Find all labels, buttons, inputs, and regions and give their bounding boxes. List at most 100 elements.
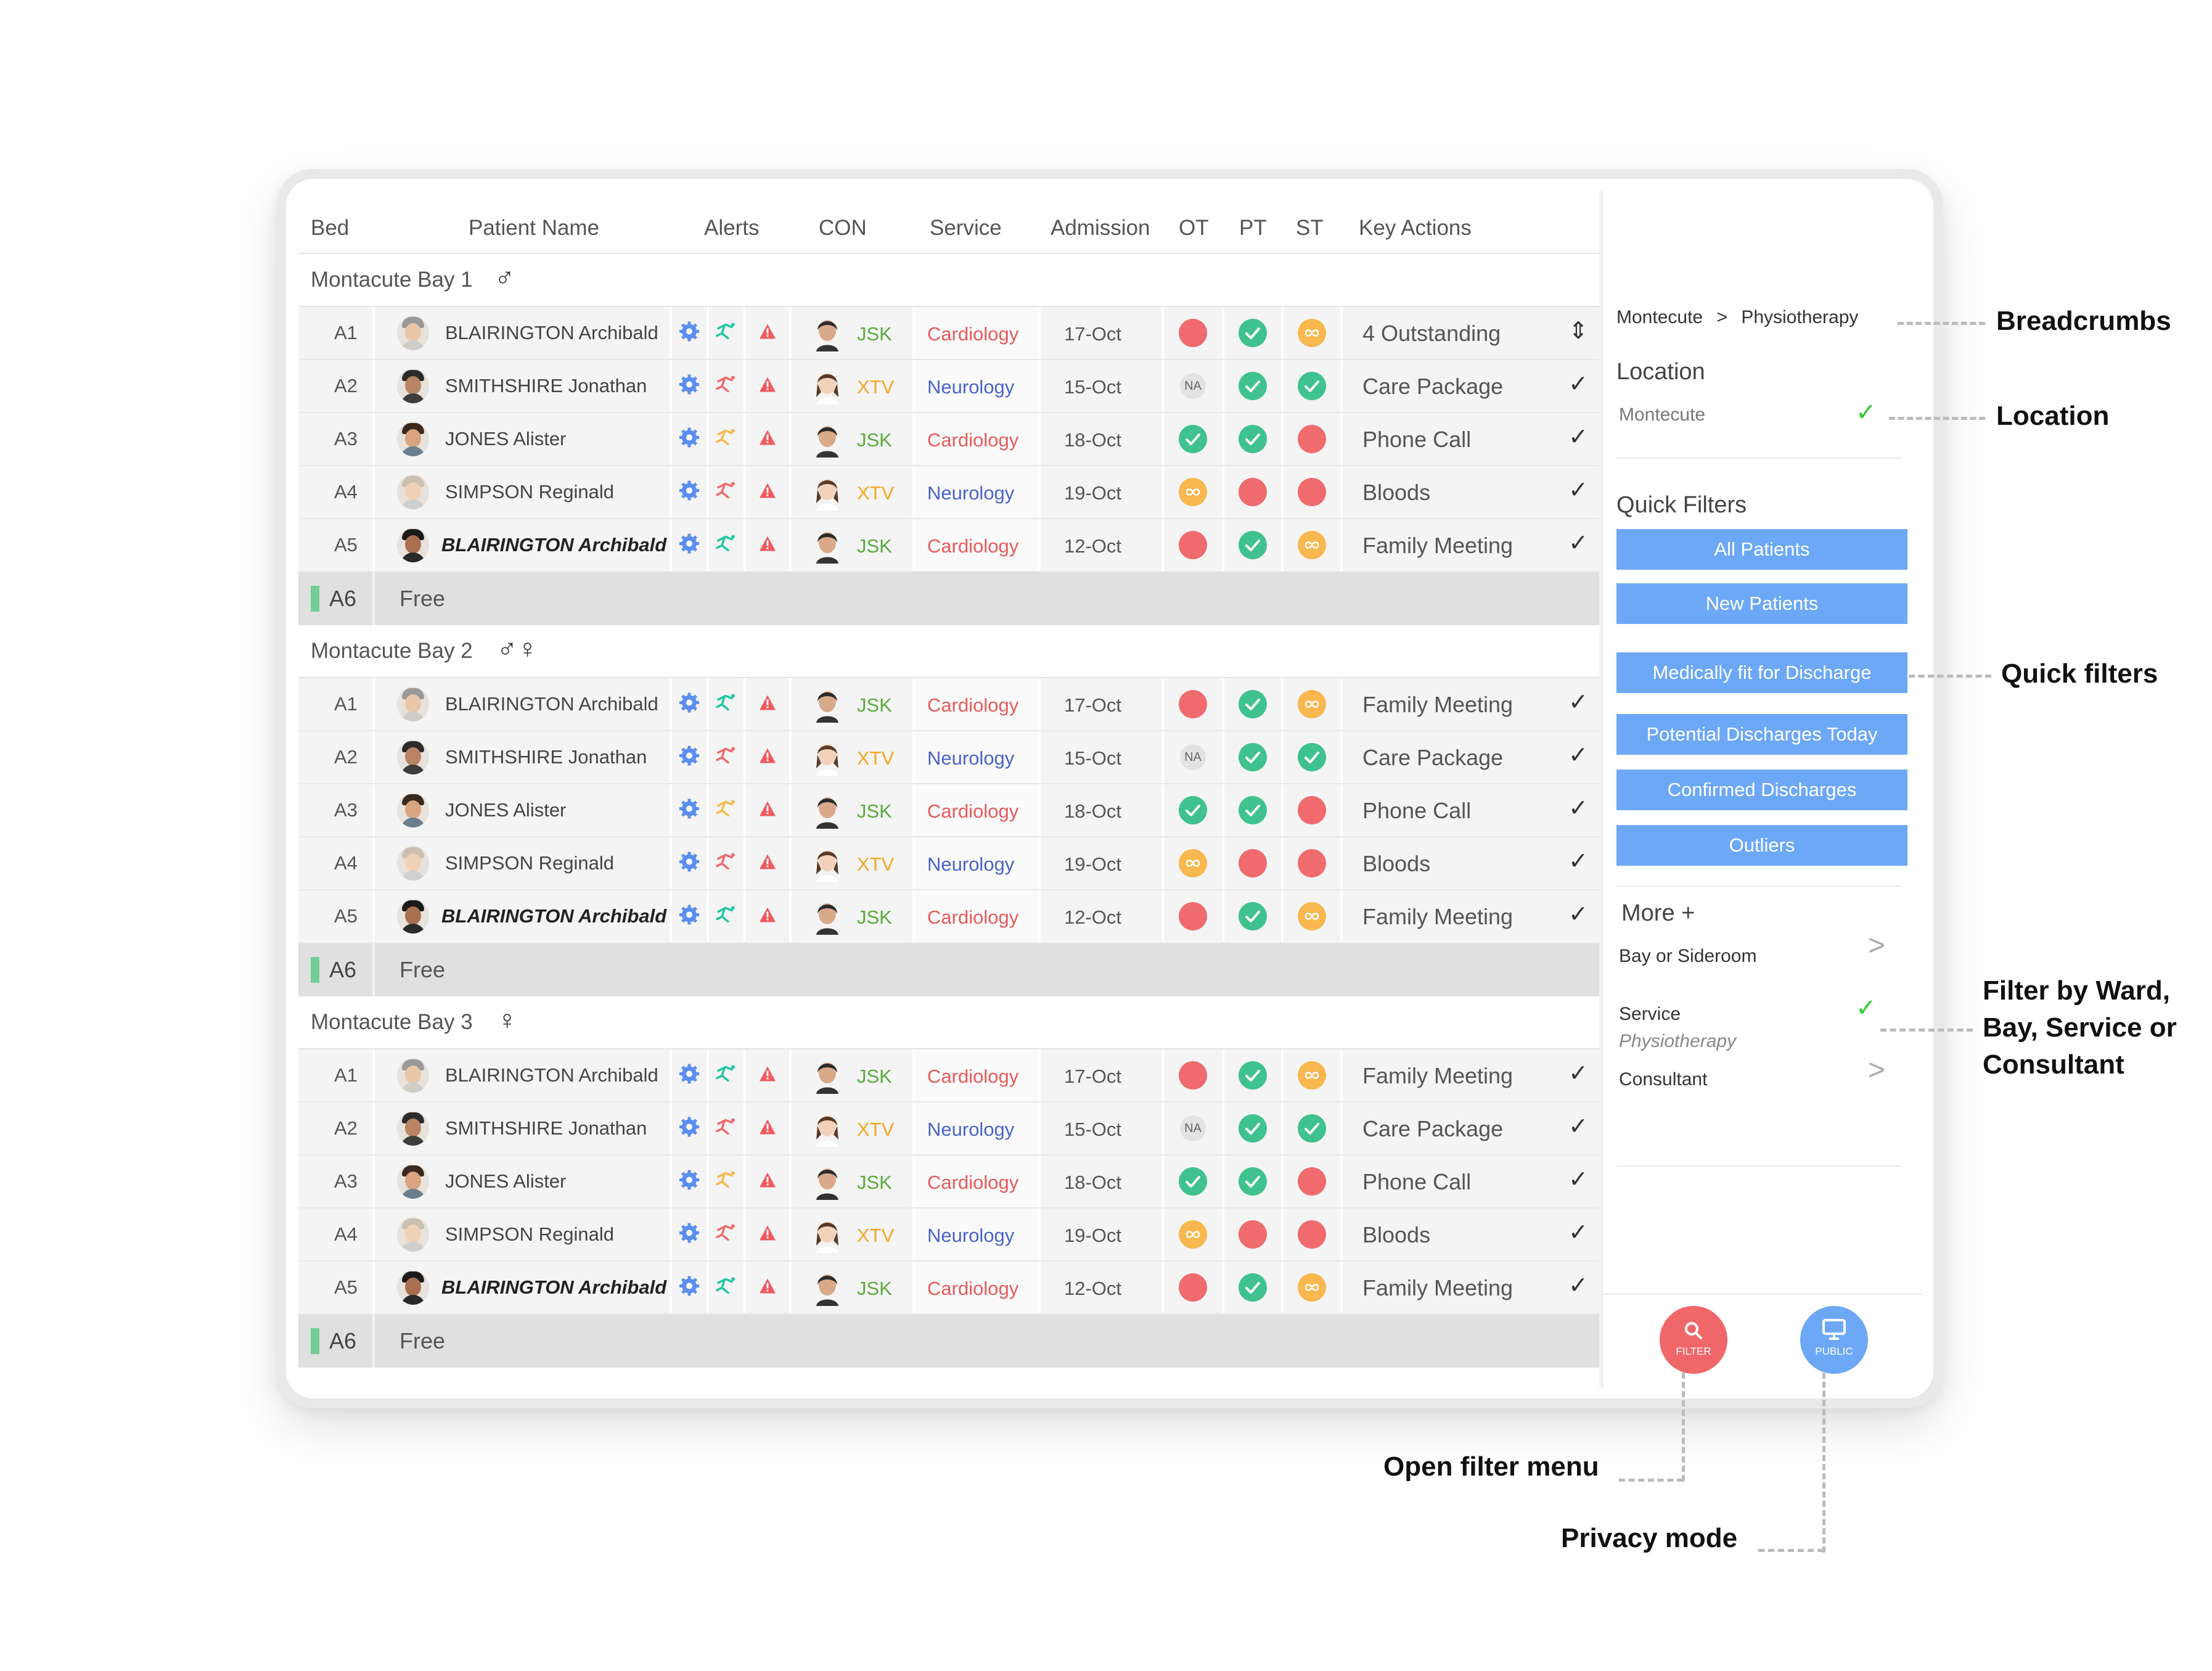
pt-status-cell[interactable] xyxy=(1224,1102,1281,1154)
status-complete-icon[interactable] xyxy=(1239,1167,1267,1196)
alert-cell[interactable] xyxy=(709,1049,743,1101)
alert-cell[interactable] xyxy=(672,837,707,889)
consultant-cell[interactable]: JSK xyxy=(792,784,912,836)
pt-status-cell[interactable] xyxy=(1224,1209,1281,1260)
check-icon[interactable]: ✓ xyxy=(1568,847,1588,875)
patient-name-cell[interactable]: JONES Alister xyxy=(375,784,670,836)
breadcrumb-service[interactable]: Physiotherapy xyxy=(1741,307,1858,327)
consultant-cell[interactable]: XTV xyxy=(792,360,912,412)
patient-name-cell[interactable]: SMITHSHIRE Jonathan xyxy=(375,731,670,783)
status-outstanding-icon[interactable] xyxy=(1298,425,1326,453)
location-value[interactable]: Montecute xyxy=(1619,404,1705,425)
consultant-cell[interactable]: JSK xyxy=(792,1156,912,1207)
bay-or-sideroom-filter[interactable]: Bay or Sideroom xyxy=(1619,946,1756,967)
expand-icon[interactable]: ⇕ xyxy=(1568,317,1588,345)
st-status-cell[interactable] xyxy=(1284,731,1340,783)
col-bed[interactable]: Bed xyxy=(311,216,349,240)
alert-cell[interactable] xyxy=(746,1209,789,1260)
privacy-mode-button[interactable]: PUBLIC xyxy=(1800,1306,1868,1374)
pt-status-cell[interactable] xyxy=(1224,890,1281,942)
patient-name-cell[interactable]: BLAIRINGTON Archibald xyxy=(375,1262,670,1313)
free-bed-row[interactable]: A6 Free xyxy=(298,1315,1599,1368)
status-complete-icon[interactable] xyxy=(1239,743,1267,771)
alert-cell[interactable] xyxy=(746,1156,789,1207)
check-icon[interactable]: ✓ xyxy=(1568,476,1588,504)
key-action-cell[interactable]: Care Package ✓ xyxy=(1343,1102,1599,1154)
alert-cell[interactable] xyxy=(746,413,789,465)
consultant-cell[interactable]: XTV xyxy=(792,837,912,889)
patient-name-cell[interactable]: BLAIRINGTON Archibald xyxy=(375,678,670,730)
filter-medically-fit-button[interactable]: Medically fit for Discharge xyxy=(1616,652,1907,693)
status-in-progress-icon[interactable] xyxy=(1179,849,1207,877)
alert-cell[interactable] xyxy=(672,1262,707,1313)
check-icon[interactable]: ✓ xyxy=(1568,423,1588,451)
status-complete-icon[interactable] xyxy=(1239,319,1267,347)
consultant-filter-label[interactable]: Consultant xyxy=(1619,1069,1707,1090)
consultant-cell[interactable]: XTV xyxy=(792,1209,912,1260)
alert-cell[interactable] xyxy=(746,784,789,836)
filter-all-patients-button[interactable]: All Patients xyxy=(1616,529,1907,570)
service-cell[interactable]: Cardiology xyxy=(915,784,1038,836)
status-outstanding-icon[interactable] xyxy=(1239,478,1267,506)
col-admission[interactable]: Admission xyxy=(1051,216,1150,240)
service-cell[interactable]: Cardiology xyxy=(915,1049,1038,1101)
alert-cell[interactable] xyxy=(709,731,743,783)
status-outstanding-icon[interactable] xyxy=(1179,531,1207,559)
consultant-cell[interactable]: XTV xyxy=(792,731,912,783)
status-outstanding-icon[interactable] xyxy=(1298,849,1326,877)
key-action-cell[interactable]: Family Meeting ✓ xyxy=(1343,1262,1599,1313)
st-status-cell[interactable] xyxy=(1284,360,1340,412)
service-cell[interactable]: Cardiology xyxy=(915,1262,1038,1313)
patient-name-cell[interactable]: JONES Alister xyxy=(375,1156,670,1207)
col-alerts[interactable]: Alerts xyxy=(704,216,759,240)
service-cell[interactable]: Neurology xyxy=(915,731,1038,783)
key-action-cell[interactable]: Family Meeting ✓ xyxy=(1343,519,1599,571)
consultant-cell[interactable]: JSK xyxy=(792,307,912,359)
patient-name-cell[interactable]: SIMPSON Reginald xyxy=(375,837,670,889)
st-status-cell[interactable] xyxy=(1284,1209,1340,1260)
consultant-cell[interactable]: JSK xyxy=(792,1049,912,1101)
alert-cell[interactable] xyxy=(746,837,789,889)
col-service[interactable]: Service xyxy=(930,216,1002,240)
alert-cell[interactable] xyxy=(746,519,789,571)
status-outstanding-icon[interactable] xyxy=(1298,1167,1326,1196)
key-action-cell[interactable]: Phone Call ✓ xyxy=(1343,413,1599,465)
table-row[interactable]: A1 BLAIRINGTON Archibald JSK Cardiology 17-O… xyxy=(298,678,1599,731)
filter-outliers-button[interactable]: Outliers xyxy=(1616,825,1907,866)
status-in-progress-icon[interactable] xyxy=(1179,1220,1207,1249)
pt-status-cell[interactable] xyxy=(1224,1262,1281,1313)
status-outstanding-icon[interactable] xyxy=(1179,1061,1207,1090)
alert-cell[interactable] xyxy=(709,784,743,836)
status-complete-icon[interactable] xyxy=(1179,425,1207,453)
status-outstanding-icon[interactable] xyxy=(1298,478,1326,506)
alert-cell[interactable] xyxy=(709,890,743,942)
status-outstanding-icon[interactable] xyxy=(1239,849,1267,877)
status-in-progress-icon[interactable] xyxy=(1298,531,1326,559)
ot-status-cell[interactable] xyxy=(1164,466,1222,518)
ot-status-cell[interactable] xyxy=(1164,519,1222,571)
status-outstanding-icon[interactable] xyxy=(1179,902,1207,930)
free-bed-row[interactable]: A6 Free xyxy=(298,572,1599,625)
pt-status-cell[interactable] xyxy=(1224,678,1281,730)
alert-cell[interactable] xyxy=(746,466,789,518)
col-pt[interactable]: PT xyxy=(1239,216,1267,240)
service-cell[interactable]: Cardiology xyxy=(915,307,1038,359)
status-outstanding-icon[interactable] xyxy=(1239,1220,1267,1249)
key-action-cell[interactable]: Care Package ✓ xyxy=(1343,360,1599,412)
table-row[interactable]: A5 BLAIRINGTON Archibald JSK Cardiology 12-O… xyxy=(298,890,1599,943)
service-cell[interactable]: Neurology xyxy=(915,466,1038,518)
ot-status-cell[interactable] xyxy=(1164,678,1222,730)
key-action-cell[interactable]: Phone Call ✓ xyxy=(1343,784,1599,836)
ot-status-cell[interactable] xyxy=(1164,784,1222,836)
table-row[interactable]: A4 SIMPSON Reginald XTV Neurology 19-Oct Bloo… xyxy=(298,1209,1599,1262)
alert-cell[interactable] xyxy=(672,519,707,571)
key-action-cell[interactable]: Phone Call ✓ xyxy=(1343,1156,1599,1207)
col-st[interactable]: ST xyxy=(1296,216,1324,240)
patient-name-cell[interactable]: BLAIRINGTON Archibald xyxy=(375,890,670,942)
alert-cell[interactable] xyxy=(746,1262,789,1313)
chevron-right-icon[interactable]: > xyxy=(1868,929,1885,963)
alert-cell[interactable] xyxy=(672,1209,707,1260)
more-filters-toggle[interactable]: More + xyxy=(1621,900,1695,927)
alert-cell[interactable] xyxy=(709,1262,743,1313)
alert-cell[interactable] xyxy=(709,1102,743,1154)
